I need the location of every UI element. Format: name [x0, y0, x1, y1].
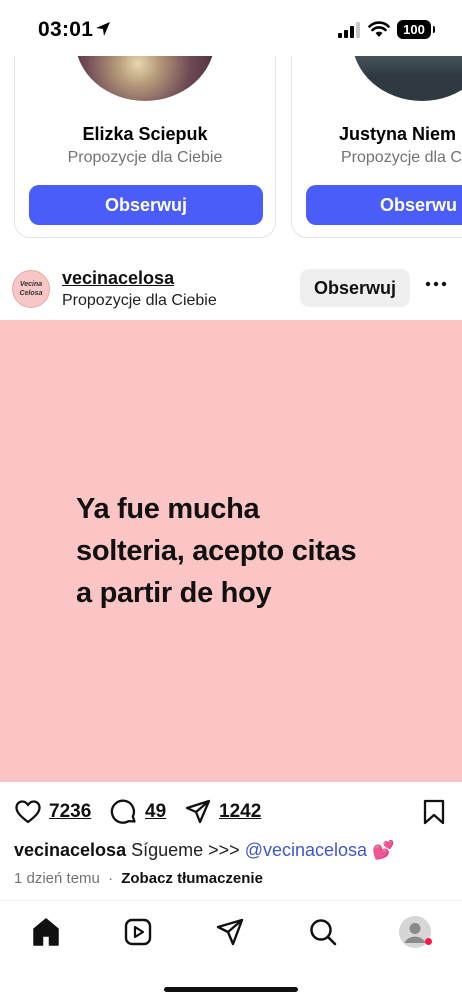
caption-text: Sígueme >>> — [131, 840, 245, 860]
bottom-nav — [0, 900, 462, 1000]
post-image-line: Ya fue mucha — [76, 493, 260, 525]
share-icon[interactable] — [184, 798, 212, 826]
share-action[interactable]: 1242 — [184, 798, 261, 826]
signal-icon — [338, 22, 360, 38]
post-caption: vecinacelosa Sígueme >>> @vecinacelosa 💕 — [14, 840, 454, 861]
heart-emoji-icon: 💕 — [372, 840, 395, 860]
bookmark-icon[interactable] — [420, 798, 448, 826]
status-time: 03:01 — [38, 18, 94, 41]
caption-mention[interactable]: @vecinacelosa — [245, 840, 367, 860]
home-indicator — [164, 987, 298, 992]
heart-icon[interactable] — [14, 798, 42, 826]
more-icon[interactable] — [424, 272, 448, 296]
post-follow-button[interactable]: Obserwuj — [300, 269, 410, 307]
wifi-icon — [368, 21, 390, 37]
post-image-line: a partir de hoy — [76, 577, 272, 609]
comment-action[interactable]: 49 — [110, 798, 166, 826]
suggestions-carousel[interactable]: Elizka Sciepuk Propozycje dla Ciebie Obs… — [0, 56, 462, 252]
suggestion-card[interactable]: Elizka Sciepuk Propozycje dla Ciebie Obs… — [14, 56, 276, 238]
avatar-text-top: Vecina — [19, 281, 43, 288]
post-meta: 1 dzień temu · Zobacz tłumaczenie — [14, 870, 263, 887]
like-count[interactable]: 7236 — [49, 801, 91, 823]
follow-button[interactable]: Obserwuj — [29, 185, 263, 225]
save-action[interactable] — [420, 798, 448, 826]
caption-username[interactable]: vecinacelosa — [14, 840, 126, 860]
suggestion-subtitle: Propozycje dla C — [341, 149, 462, 166]
notification-dot — [425, 938, 432, 945]
follow-button[interactable]: Obserwu — [306, 185, 462, 225]
post-image-text: Ya fue mucha solteria, acepto citas a pa… — [76, 488, 436, 614]
home-icon[interactable] — [30, 916, 62, 948]
post-subtitle: Propozycje dla Ciebie — [62, 292, 217, 309]
suggestion-avatar[interactable] — [75, 56, 215, 101]
suggestion-avatar[interactable] — [352, 56, 462, 101]
avatar-text-bottom: Celosa — [19, 290, 43, 297]
translate-link[interactable]: Zobacz tłumaczenie — [121, 870, 263, 887]
suggestion-card[interactable]: Justyna Niem Propozycje dla C Obserwu — [291, 56, 462, 238]
post-image[interactable]: Ya fue mucha solteria, acepto citas a pa… — [0, 320, 462, 782]
post-time: 1 dzień temu — [14, 870, 100, 887]
suggestion-name[interactable]: Elizka Sciepuk — [15, 124, 275, 145]
location-arrow-icon — [96, 22, 110, 36]
reels-icon[interactable] — [122, 916, 154, 948]
like-action[interactable]: 7236 — [14, 798, 91, 826]
search-icon[interactable] — [307, 916, 339, 948]
status-bar: 03:01 100 — [0, 0, 462, 56]
battery-icon: 100 — [397, 20, 435, 39]
post-header: Vecina Celosa vecinacelosa Propozycje dl… — [0, 262, 462, 320]
share-count[interactable]: 1242 — [219, 801, 261, 823]
comment-icon[interactable] — [110, 798, 138, 826]
post-username[interactable]: vecinacelosa — [62, 268, 174, 289]
post-actions: 7236 49 1242 — [0, 790, 462, 834]
comment-count[interactable]: 49 — [145, 801, 166, 823]
meta-separator: · — [108, 870, 114, 887]
suggestion-name[interactable]: Justyna Niem — [339, 124, 462, 145]
post-image-line: solteria, acepto citas — [76, 535, 357, 567]
post-author-avatar[interactable]: Vecina Celosa — [12, 270, 50, 308]
direct-icon[interactable] — [214, 916, 246, 948]
suggestion-subtitle: Propozycje dla Ciebie — [67, 149, 223, 166]
